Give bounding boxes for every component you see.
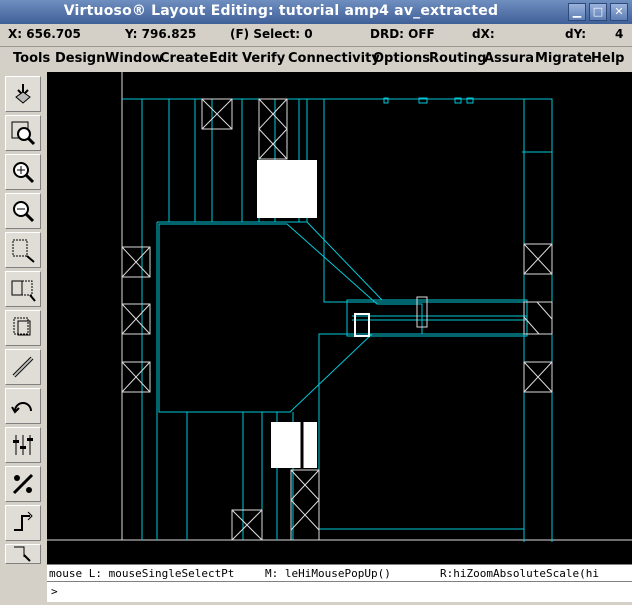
dy-number: 4 [615, 27, 624, 41]
minimize-button[interactable]: ▁ [568, 3, 586, 21]
path-button[interactable] [5, 349, 41, 385]
zoom-fit-icon [11, 121, 36, 146]
menu-options[interactable]: Options [373, 51, 430, 66]
menu-bar: Tools Design Window Create Edit Verify C… [0, 47, 632, 71]
tool-palette [0, 72, 47, 564]
move-icon [13, 317, 31, 336]
y-coordinate: Y: 796.825 [125, 27, 197, 41]
property-icon [13, 435, 33, 455]
menu-help[interactable]: Help [591, 51, 624, 66]
close-button[interactable]: ✕ [610, 3, 628, 21]
select-button[interactable] [5, 544, 41, 564]
menu-migrate[interactable]: Migrate [535, 51, 592, 66]
zoom-in-icon [13, 162, 35, 184]
property-button[interactable] [5, 427, 41, 463]
zoom-fit-button[interactable] [5, 115, 41, 151]
menu-verify[interactable]: Verify [242, 51, 285, 66]
route-button[interactable] [5, 505, 41, 541]
menu-connectivity[interactable]: Connectivity [288, 51, 380, 66]
menu-window[interactable]: Window [105, 51, 163, 66]
mouse-middle-binding: M: leHiMousePopUp() [265, 567, 391, 580]
stretch-icon [12, 239, 35, 263]
zoom-in-button[interactable] [5, 154, 41, 190]
layout-drawing [47, 72, 632, 542]
window-title: Virtuoso® Layout Editing: tutorial amp4 … [63, 3, 499, 19]
command-input[interactable]: > [47, 581, 632, 602]
path-icon [12, 356, 34, 378]
command-prompt: > [51, 585, 58, 598]
undo-icon [11, 402, 32, 414]
layout-canvas[interactable] [47, 72, 632, 564]
mouse-binding-line: mouse L: mouseSingleSelectPt M: leHiMous… [47, 564, 632, 582]
ruler-icon [12, 473, 34, 495]
menu-tools[interactable]: Tools [13, 51, 50, 66]
title-bar: Virtuoso® Layout Editing: tutorial amp4 … [0, 0, 632, 24]
undo-button[interactable] [5, 388, 41, 424]
select-count: (F) Select: 0 [230, 27, 313, 41]
stretch-button[interactable] [5, 232, 41, 268]
drd-status: DRD: OFF [370, 27, 435, 41]
route-icon [14, 511, 33, 531]
mouse-left-binding: mouse L: mouseSingleSelectPt [49, 567, 235, 580]
menu-assura[interactable]: Assura [484, 51, 534, 66]
zoom-out-button[interactable] [5, 193, 41, 229]
coordinate-status-bar: X: 656.705 Y: 796.825 (F) Select: 0 DRD:… [0, 24, 632, 47]
menu-routing[interactable]: Routing [429, 51, 486, 66]
save-icon [15, 84, 31, 104]
save-button[interactable] [5, 76, 41, 112]
copy-icon [11, 280, 36, 302]
copy-button[interactable] [5, 271, 41, 307]
mouse-right-binding: R:hiZoomAbsoluteScale(hi [440, 567, 599, 580]
menu-design[interactable]: Design [55, 51, 105, 66]
x-coordinate: X: 656.705 [8, 27, 81, 41]
maximize-button[interactable]: □ [589, 3, 607, 21]
select-icon [14, 546, 31, 562]
move-button[interactable] [5, 310, 41, 346]
menu-edit[interactable]: Edit [209, 51, 238, 66]
dy-value: dY: [565, 27, 587, 41]
dx-value: dX: [472, 27, 495, 41]
zoom-out-icon [13, 201, 35, 223]
ruler-button[interactable] [5, 466, 41, 502]
menu-create[interactable]: Create [160, 51, 209, 66]
